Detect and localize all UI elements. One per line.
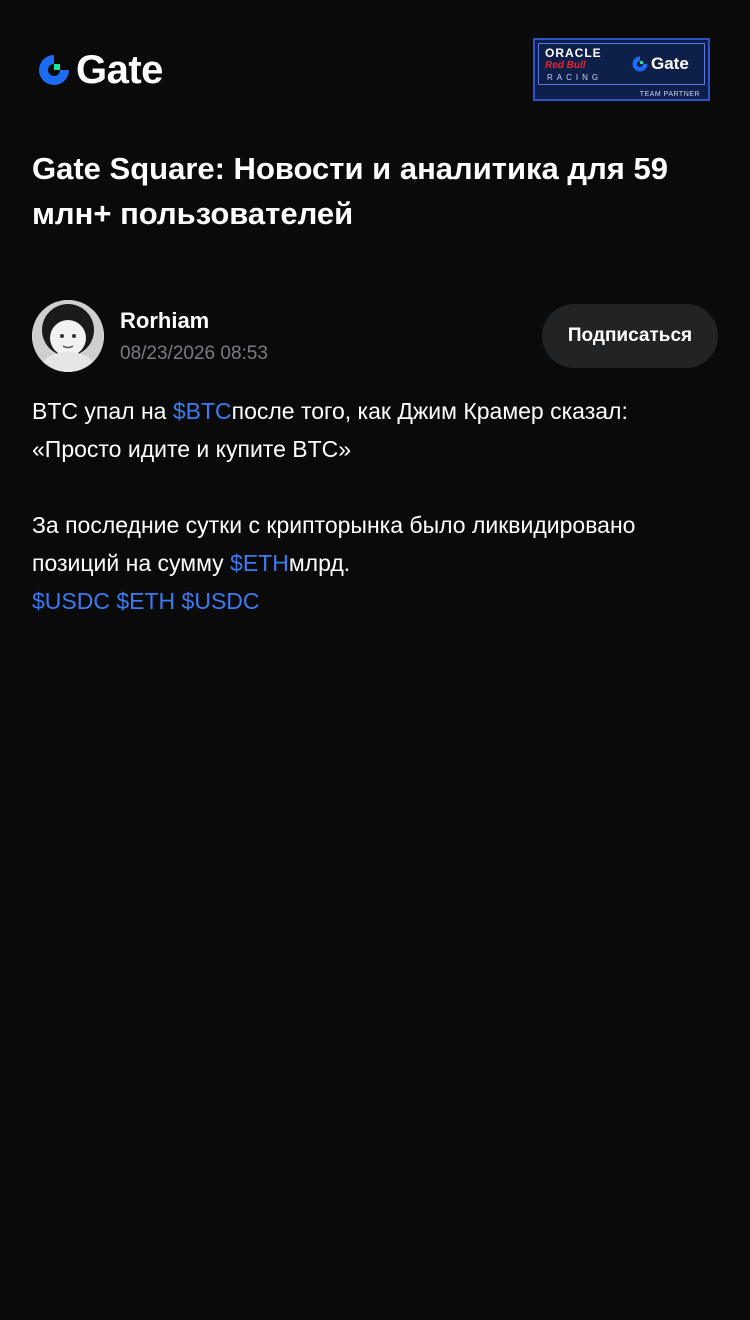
avatar[interactable] <box>32 300 104 372</box>
header: Gate ORACLE Red Bull RACING Gate TEAM PA… <box>0 0 750 140</box>
badge-gate-icon <box>632 56 648 72</box>
badge-gate-text: Gate <box>651 54 689 73</box>
logo-text: Gate <box>76 48 163 92</box>
author-name[interactable]: Rorhiam <box>120 306 209 336</box>
ticker-tag-btc[interactable]: $BTC <box>173 398 232 424</box>
ticker-tag-usdc[interactable]: $USDC <box>182 588 260 614</box>
gate-logo[interactable]: Gate <box>36 48 163 92</box>
follow-button[interactable]: Подписаться <box>542 304 718 368</box>
post-text: BTC упал на <box>32 398 173 424</box>
ticker-tag-usdc[interactable]: $USDC <box>32 588 110 614</box>
post-paragraph-1: BTC упал на $BTCпосле того, как Джим Кра… <box>32 392 722 468</box>
post-paragraph-2: За последние сутки с крипторынка было ли… <box>32 506 722 582</box>
gate-logo-icon <box>39 55 69 85</box>
team-partner-badge: ORACLE Red Bull RACING Gate TEAM PARTNER <box>533 38 710 101</box>
badge-redbull-text: Red Bull <box>545 60 586 71</box>
badge-team-partner-text: TEAM PARTNER <box>639 91 700 98</box>
post-timestamp: 08/23/2026 08:53 <box>120 343 268 364</box>
badge-gate-logo: Gate <box>631 54 689 74</box>
avatar-image <box>32 300 104 372</box>
badge-oracle-text: ORACLE <box>545 46 602 60</box>
badge-racing-text: RACING <box>547 73 603 82</box>
post-body: BTC упал на $BTCпосле того, как Джим Кра… <box>32 392 722 620</box>
ticker-tag-eth[interactable]: $ETH <box>116 588 175 614</box>
post-text: млрд. <box>288 550 351 576</box>
page-title: Gate Square: Новости и аналитика для 59 … <box>32 151 668 231</box>
post-tags: $USDC $ETH $USDC <box>32 582 722 620</box>
page: Gate ORACLE Red Bull RACING Gate TEAM PA… <box>0 0 750 1320</box>
ticker-tag-eth[interactable]: $ETH <box>230 550 289 576</box>
